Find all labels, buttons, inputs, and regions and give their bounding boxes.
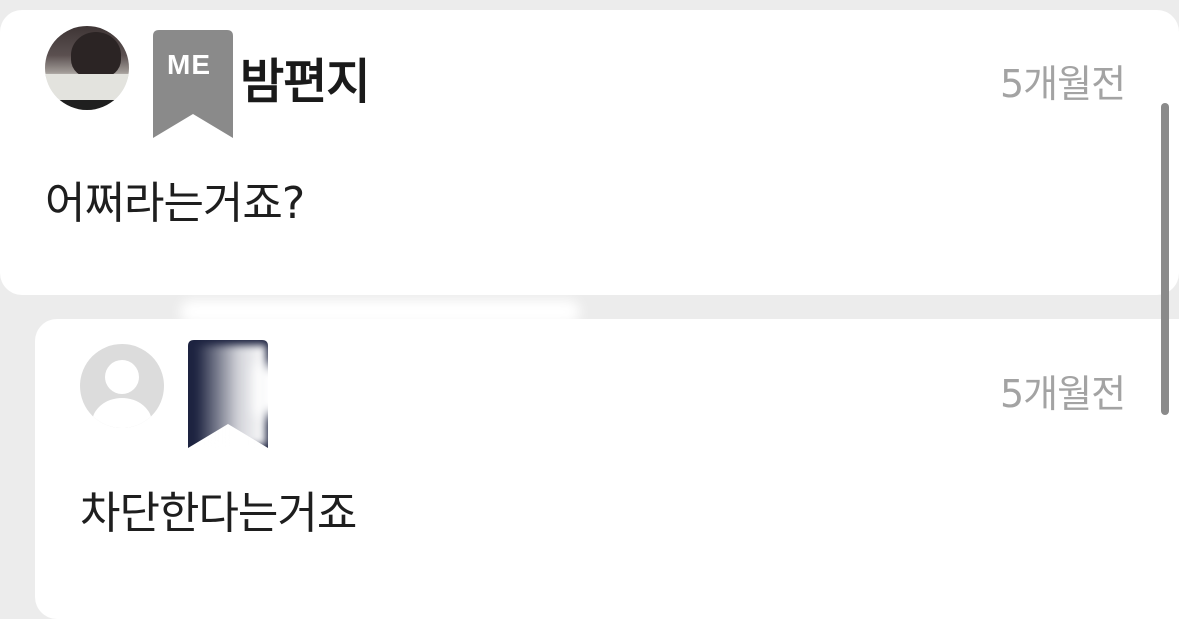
redaction-blur [180, 300, 580, 324]
comment-timestamp: 5개월전 [1000, 62, 1126, 106]
comment-text: 어쩌라는거죠? [45, 178, 305, 229]
me-badge-ribbon-icon [153, 30, 233, 138]
reply-timestamp: 5개월전 [1000, 372, 1126, 416]
comment-username[interactable]: 밤편지 [240, 52, 370, 112]
reply-text: 차단한다는거죠 [80, 488, 357, 539]
redacted-username [255, 365, 455, 415]
default-avatar-icon[interactable] [80, 344, 164, 428]
scrollbar-thumb[interactable] [1161, 103, 1169, 415]
me-badge-label: ME [167, 49, 211, 80]
user-avatar[interactable] [45, 26, 129, 110]
